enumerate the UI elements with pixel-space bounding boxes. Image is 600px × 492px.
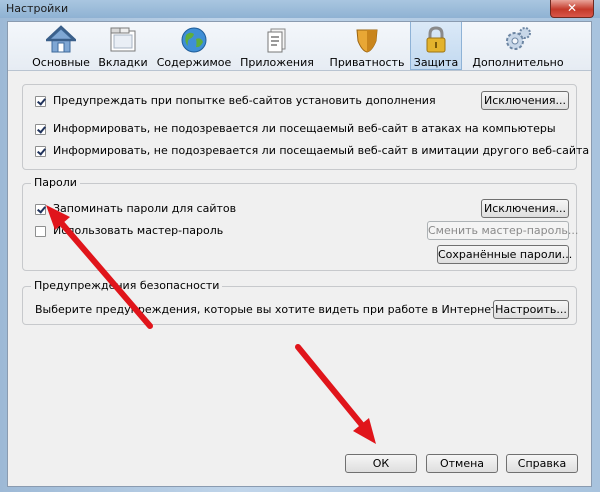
preferences-toolbar: Основные Вкладки Содержимое Приложения П… <box>8 22 591 71</box>
warn-addons-checkbox[interactable] <box>35 96 46 107</box>
tab-advanced-label: Дополнительно <box>472 56 564 69</box>
tab-privacy-label: Приватность <box>329 56 405 69</box>
report-attack-checkbox[interactable] <box>35 124 46 135</box>
window-title: Настройки <box>6 2 69 15</box>
tab-general[interactable]: Основные <box>32 22 90 70</box>
tab-tabs[interactable]: Вкладки <box>97 22 149 70</box>
passwords-legend: Пароли <box>31 176 80 189</box>
tab-security-label: Защита <box>413 56 459 69</box>
globe-icon <box>181 27 207 53</box>
saved-passwords-button[interactable]: Сохранённые пароли... <box>437 245 572 264</box>
tab-advanced[interactable]: Дополнительно <box>468 22 568 70</box>
tab-content[interactable]: Содержимое <box>156 22 232 70</box>
security-warnings-group: Предупреждения безопасности Выберите пре… <box>22 279 577 325</box>
master-password-label[interactable]: Использовать мастер-пароль <box>53 224 223 237</box>
close-window-button[interactable]: ✕ <box>550 0 594 18</box>
security-warnings-text: Выберите предупреждения, которые вы хоти… <box>35 303 505 316</box>
report-attack-label[interactable]: Информировать, не подозревается ли посещ… <box>53 122 556 135</box>
report-forgery-label[interactable]: Информировать, не подозревается ли посещ… <box>53 144 589 157</box>
change-master-password-button[interactable]: Сменить мастер-пароль... <box>427 221 578 240</box>
window-titlebar: Настройки ✕ <box>0 0 600 18</box>
remember-passwords-label[interactable]: Запоминать пароли для сайтов <box>53 202 236 215</box>
tab-applications-label: Приложения <box>240 56 314 69</box>
report-forgery-checkbox[interactable] <box>35 146 46 157</box>
remember-passwords-checkbox[interactable] <box>35 204 46 215</box>
padlock-icon <box>426 26 446 53</box>
tab-applications[interactable]: Приложения <box>236 22 318 70</box>
warn-addons-label[interactable]: Предупреждать при попытке веб-сайтов уст… <box>53 94 436 107</box>
tabs-icon <box>110 27 136 52</box>
passwords-group: Пароли Запоминать пароли для сайтов Искл… <box>22 176 578 271</box>
tab-privacy[interactable]: Приватность <box>326 22 408 70</box>
tab-content-label: Содержимое <box>156 56 232 69</box>
configure-warnings-button[interactable]: Настроить... <box>493 300 569 319</box>
addon-exceptions-button[interactable]: Исключения... <box>481 91 569 110</box>
help-button[interactable]: Справка <box>506 454 578 473</box>
password-exceptions-button[interactable]: Исключения... <box>481 199 569 218</box>
tab-general-label: Основные <box>32 56 90 69</box>
house-icon <box>46 25 76 53</box>
gears-icon <box>506 27 531 50</box>
security-warnings-legend: Предупреждения безопасности <box>31 279 223 292</box>
security-general-group: Предупреждать при попытке веб-сайтов уст… <box>22 84 589 170</box>
applications-icon <box>267 28 286 53</box>
master-password-checkbox[interactable] <box>35 226 46 237</box>
tab-security[interactable]: Защита <box>410 22 462 70</box>
tab-tabs-label: Вкладки <box>98 56 148 69</box>
privacy-mask-icon <box>356 29 378 53</box>
dialog-client: Основные Вкладки Содержимое Приложения П… <box>7 21 592 487</box>
ok-button[interactable]: ОК <box>345 454 417 473</box>
cancel-button[interactable]: Отмена <box>426 454 498 473</box>
